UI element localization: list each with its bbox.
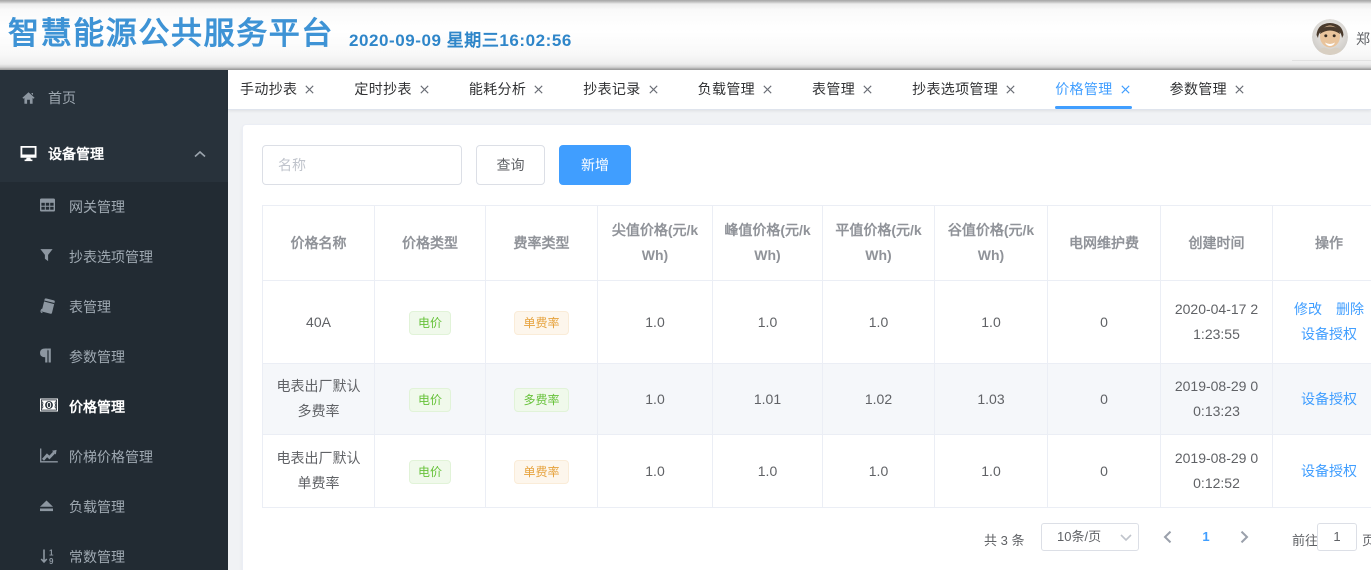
svg-text:9: 9 <box>49 557 54 565</box>
